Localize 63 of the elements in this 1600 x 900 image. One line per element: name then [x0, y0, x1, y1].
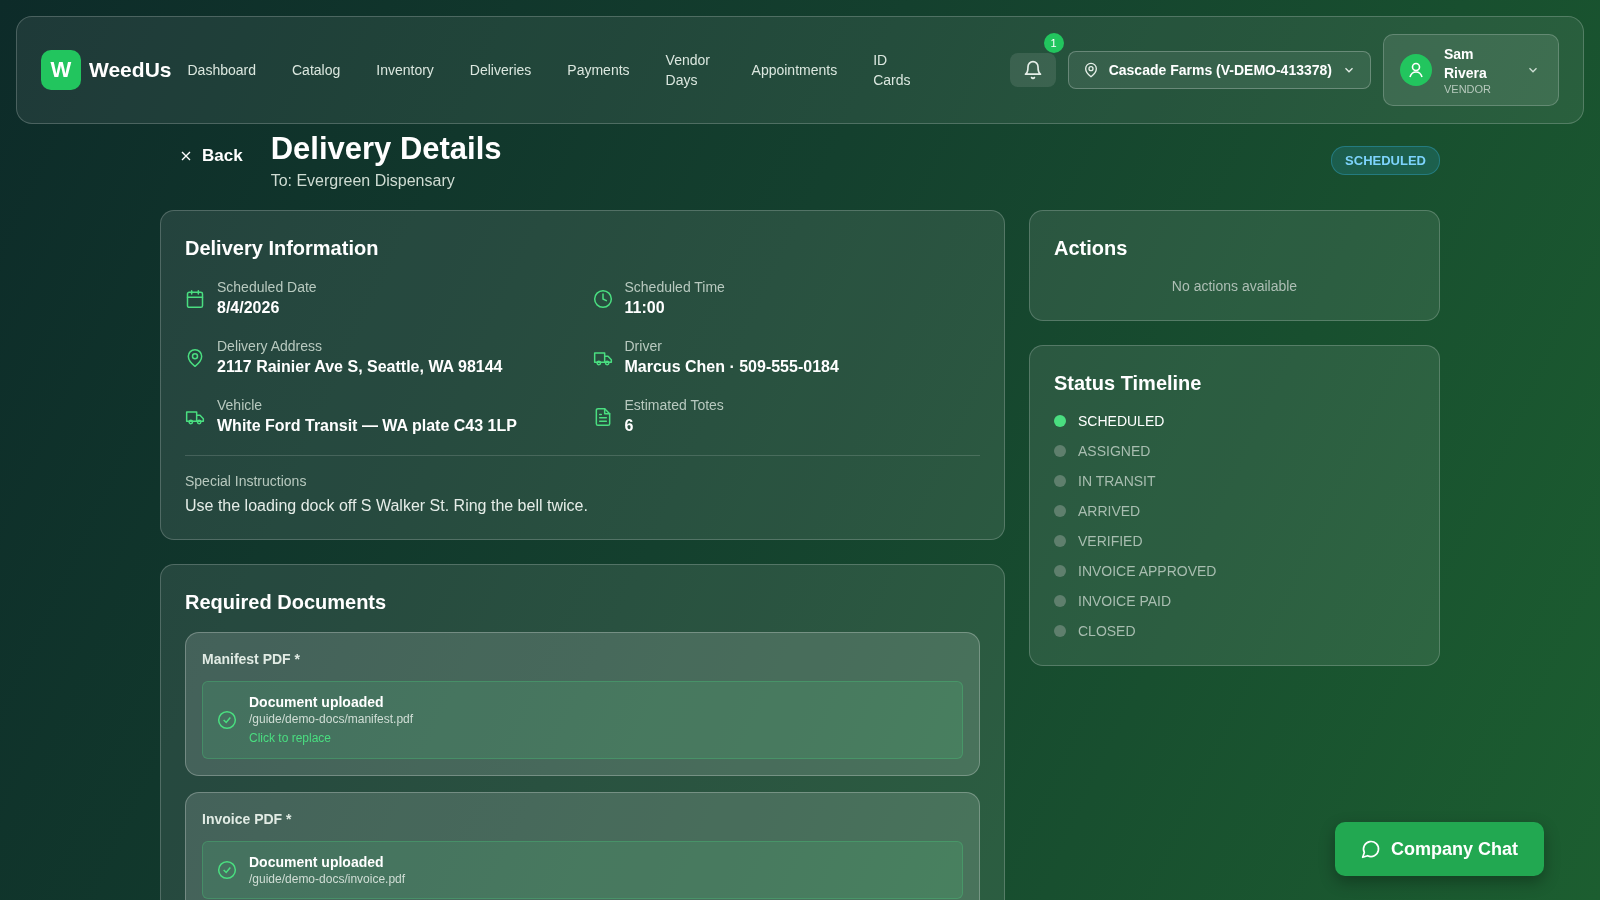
- special-instructions: Use the loading dock off S Walker St. Ring the bell twice.: [185, 497, 589, 515]
- file-path: /guide/demo-docs/invoice.pdf: [249, 872, 406, 886]
- document-label: Manifest PDF *: [202, 651, 301, 667]
- nav-link[interactable]: Vendor Days: [665, 46, 716, 94]
- nav-link[interactable]: Appointments: [751, 56, 838, 84]
- field-label: Driver: [624, 337, 663, 356]
- check-circle-icon: [217, 710, 237, 730]
- location-pin-icon: [1082, 62, 1099, 78]
- nav-link[interactable]: Deliveries: [469, 56, 532, 84]
- status-step: VERIFIED: [1078, 533, 1143, 549]
- calendar-icon: [185, 288, 205, 309]
- check-circle-icon: [217, 860, 237, 880]
- status-step: IN TRANSIT: [1078, 473, 1156, 489]
- field-value: 11:00: [624, 298, 666, 318]
- status-step: SCHEDULED: [1078, 413, 1165, 429]
- field-label: Scheduled Date: [217, 278, 317, 297]
- nav-link[interactable]: ID Cards: [873, 46, 924, 94]
- user-role: VENDOR: [1444, 83, 1493, 95]
- field-value: 8/4/2026: [217, 298, 281, 318]
- location-pin-icon: [185, 347, 205, 368]
- status-step: INVOICE PAID: [1078, 593, 1172, 609]
- field-label: Vehicle: [217, 396, 264, 415]
- field-value: Marcus Chen · 509-555-0184: [624, 357, 839, 377]
- back-button[interactable]: Back: [174, 138, 247, 174]
- upload-status: Document uploaded: [249, 854, 385, 870]
- clock-icon: [592, 288, 613, 309]
- file-path: /guide/demo-docs/manifest.pdf: [249, 712, 414, 726]
- status-step: INVOICE APPROVED: [1078, 563, 1217, 579]
- nav-link[interactable]: Catalog: [292, 56, 341, 84]
- status-step: ARRIVED: [1078, 503, 1141, 519]
- nav-link[interactable]: Inventory: [376, 56, 434, 84]
- card-title: Actions: [1054, 237, 1129, 260]
- field-value: 2117 Rainier Ave S, Seattle, WA 98144: [217, 357, 503, 377]
- notification-count: 1: [1043, 33, 1064, 53]
- nav-link[interactable]: Payments: [567, 56, 630, 84]
- page-title: Delivery Details: [270, 130, 503, 168]
- status-badge: SCHEDULED: [1331, 146, 1440, 175]
- brand-name[interactable]: WeedUs: [89, 58, 172, 82]
- field-value: White Ford Transit — WA plate C43 1LP: [217, 416, 517, 436]
- nav-link[interactable]: Dashboard: [187, 56, 256, 84]
- document-label: Invoice PDF *: [202, 811, 293, 827]
- field-value: 6: [624, 416, 635, 436]
- location-dropdown[interactable]: Cascade Farms (V-DEMO-413378): [1067, 51, 1371, 89]
- chat-bubble-icon: [1361, 839, 1381, 859]
- field-label: Delivery Address: [217, 337, 324, 356]
- user-name: Sam Rivera: [1444, 45, 1488, 83]
- field-label: Estimated Totes: [624, 396, 724, 415]
- upload-box[interactable]: Document uploaded /guide/demo-docs/invoice.pdf: [202, 841, 963, 899]
- user-menu[interactable]: Sam Rivera VENDOR: [1383, 34, 1559, 106]
- bell-icon: [1022, 60, 1043, 80]
- notifications-button[interactable]: [1009, 53, 1056, 87]
- upload-box[interactable]: Document uploaded /guide/demo-docs/manifest.pdf Click to replace: [202, 681, 963, 759]
- field-label: Special Instructions: [185, 472, 308, 491]
- card-title: Required Documents: [185, 591, 388, 614]
- status-step: ASSIGNED: [1078, 443, 1151, 459]
- upload-status: Document uploaded: [249, 694, 385, 710]
- empty-message: No actions available: [1170, 278, 1299, 294]
- status-step: CLOSED: [1078, 623, 1136, 639]
- avatar-icon: [1400, 54, 1432, 86]
- field-label: Scheduled Time: [624, 278, 725, 297]
- card-title: Status Timeline: [1054, 372, 1203, 395]
- page-subtitle: To: Evergreen Dispensary: [270, 172, 456, 190]
- card-title: Delivery Information: [185, 237, 380, 260]
